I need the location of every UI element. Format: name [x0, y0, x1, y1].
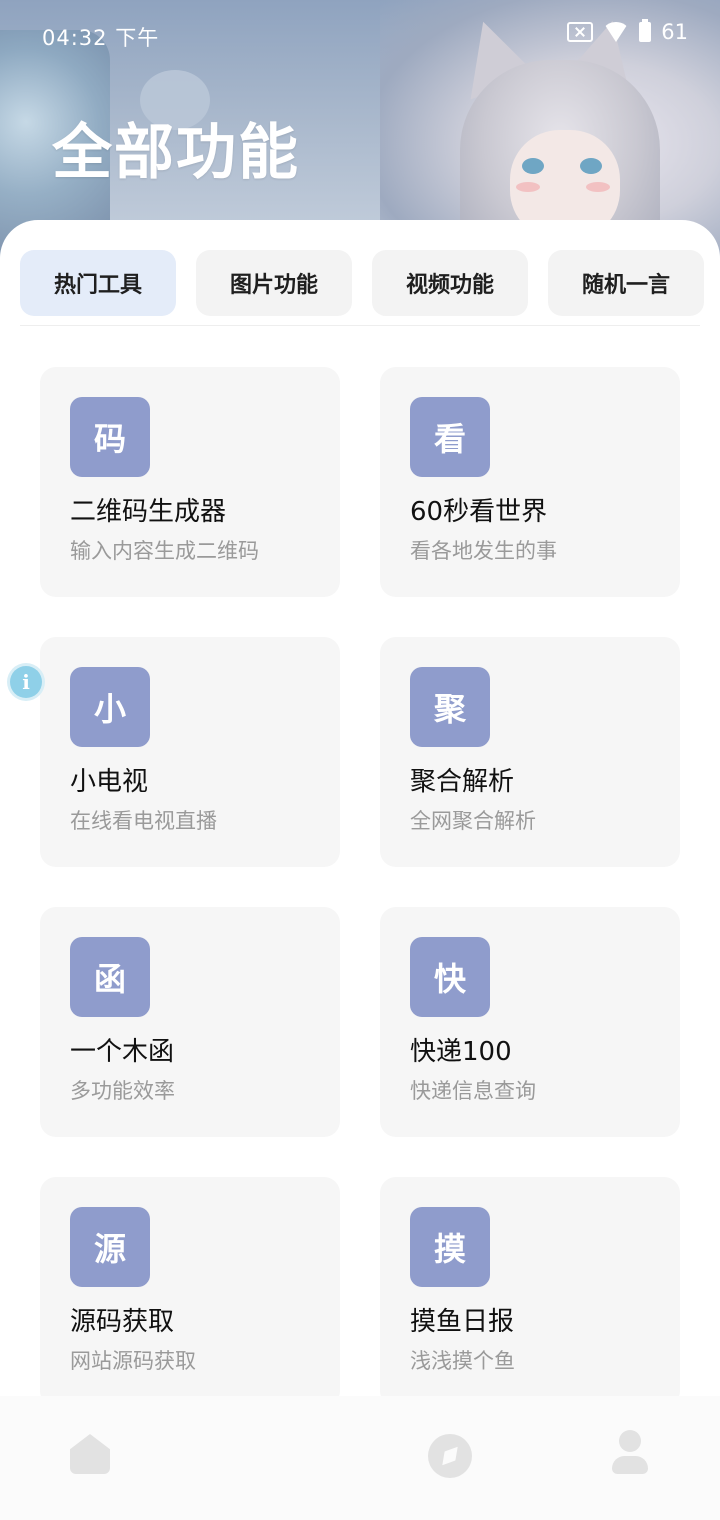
status-bar: 04:32 下午 61 — [0, 0, 720, 70]
fish-icon: 摸 — [410, 1207, 490, 1287]
status-time: 04:32 下午 — [42, 26, 160, 50]
compass-icon[interactable] — [428, 1434, 472, 1478]
card-subtitle: 全网聚合解析 — [410, 809, 536, 833]
no-sim-icon — [567, 22, 594, 42]
feature-card-tv[interactable]: 小 小电视 在线看电视直播 — [40, 637, 340, 867]
card-title: 源码获取 — [70, 1307, 175, 1337]
character-blush — [586, 182, 610, 192]
feature-card-muhan[interactable]: 函 一个木函 多功能效率 — [40, 907, 340, 1137]
user-icon[interactable] — [612, 1430, 648, 1476]
feature-card-qrcode[interactable]: 码 二维码生成器 输入内容生成二维码 — [40, 367, 340, 597]
source-code-icon: 源 — [70, 1207, 150, 1287]
feature-card-express[interactable]: 快 快递100 快递信息查询 — [380, 907, 680, 1137]
card-title: 小电视 — [70, 767, 149, 797]
card-subtitle: 在线看电视直播 — [70, 809, 217, 833]
qrcode-icon: 码 — [70, 397, 150, 477]
card-subtitle: 快递信息查询 — [410, 1079, 536, 1103]
info-icon[interactable]: i — [10, 666, 42, 698]
user-icon-body — [612, 1456, 648, 1474]
news-icon: 看 — [410, 397, 490, 477]
character-blush — [516, 182, 540, 192]
battery-level: 61 — [661, 20, 688, 44]
feature-card-parser[interactable]: 聚 聚合解析 全网聚合解析 — [380, 637, 680, 867]
card-subtitle: 看各地发生的事 — [410, 539, 557, 563]
feature-card-source-code[interactable]: 源 源码获取 网站源码获取 — [40, 1177, 340, 1407]
card-title: 二维码生成器 — [70, 497, 227, 527]
status-icons: 61 — [567, 19, 688, 44]
character-eye — [580, 158, 602, 174]
bottom-nav — [0, 1396, 720, 1520]
tv-icon: 小 — [70, 667, 150, 747]
category-tabs: 热门工具 图片功能 视频功能 随机一言 — [20, 250, 704, 316]
card-subtitle: 多功能效率 — [70, 1079, 175, 1103]
card-subtitle: 输入内容生成二维码 — [70, 539, 259, 563]
tab-video-functions[interactable]: 视频功能 — [372, 250, 528, 316]
home-icon[interactable] — [70, 1434, 110, 1474]
card-title: 60秒看世界 — [410, 497, 548, 527]
feature-card-slacker-daily[interactable]: 摸 摸鱼日报 浅浅摸个鱼 — [380, 1177, 680, 1407]
feature-card-60s-news[interactable]: 看 60秒看世界 看各地发生的事 — [380, 367, 680, 597]
tab-divider — [20, 325, 700, 326]
user-icon-head — [619, 1430, 641, 1452]
card-subtitle: 网站源码获取 — [70, 1349, 196, 1373]
card-title: 摸鱼日报 — [410, 1307, 515, 1337]
tab-hot-tools[interactable]: 热门工具 — [20, 250, 176, 316]
card-title: 聚合解析 — [410, 767, 515, 797]
wifi-icon — [603, 22, 630, 42]
express-icon: 快 — [410, 937, 490, 1017]
character-eye — [522, 158, 544, 174]
toolbox-icon: 函 — [70, 937, 150, 1017]
page-title: 全部功能 — [52, 118, 300, 188]
card-title: 快递100 — [410, 1037, 512, 1067]
content-panel: 热门工具 图片功能 视频功能 随机一言 码 二维码生成器 输入内容生成二维码 看… — [0, 220, 720, 1520]
card-title: 一个木函 — [70, 1037, 175, 1067]
parser-icon: 聚 — [410, 667, 490, 747]
tab-random-quote[interactable]: 随机一言 — [548, 250, 704, 316]
tab-image-functions[interactable]: 图片功能 — [196, 250, 352, 316]
battery-icon — [639, 19, 652, 42]
card-subtitle: 浅浅摸个鱼 — [410, 1349, 515, 1373]
